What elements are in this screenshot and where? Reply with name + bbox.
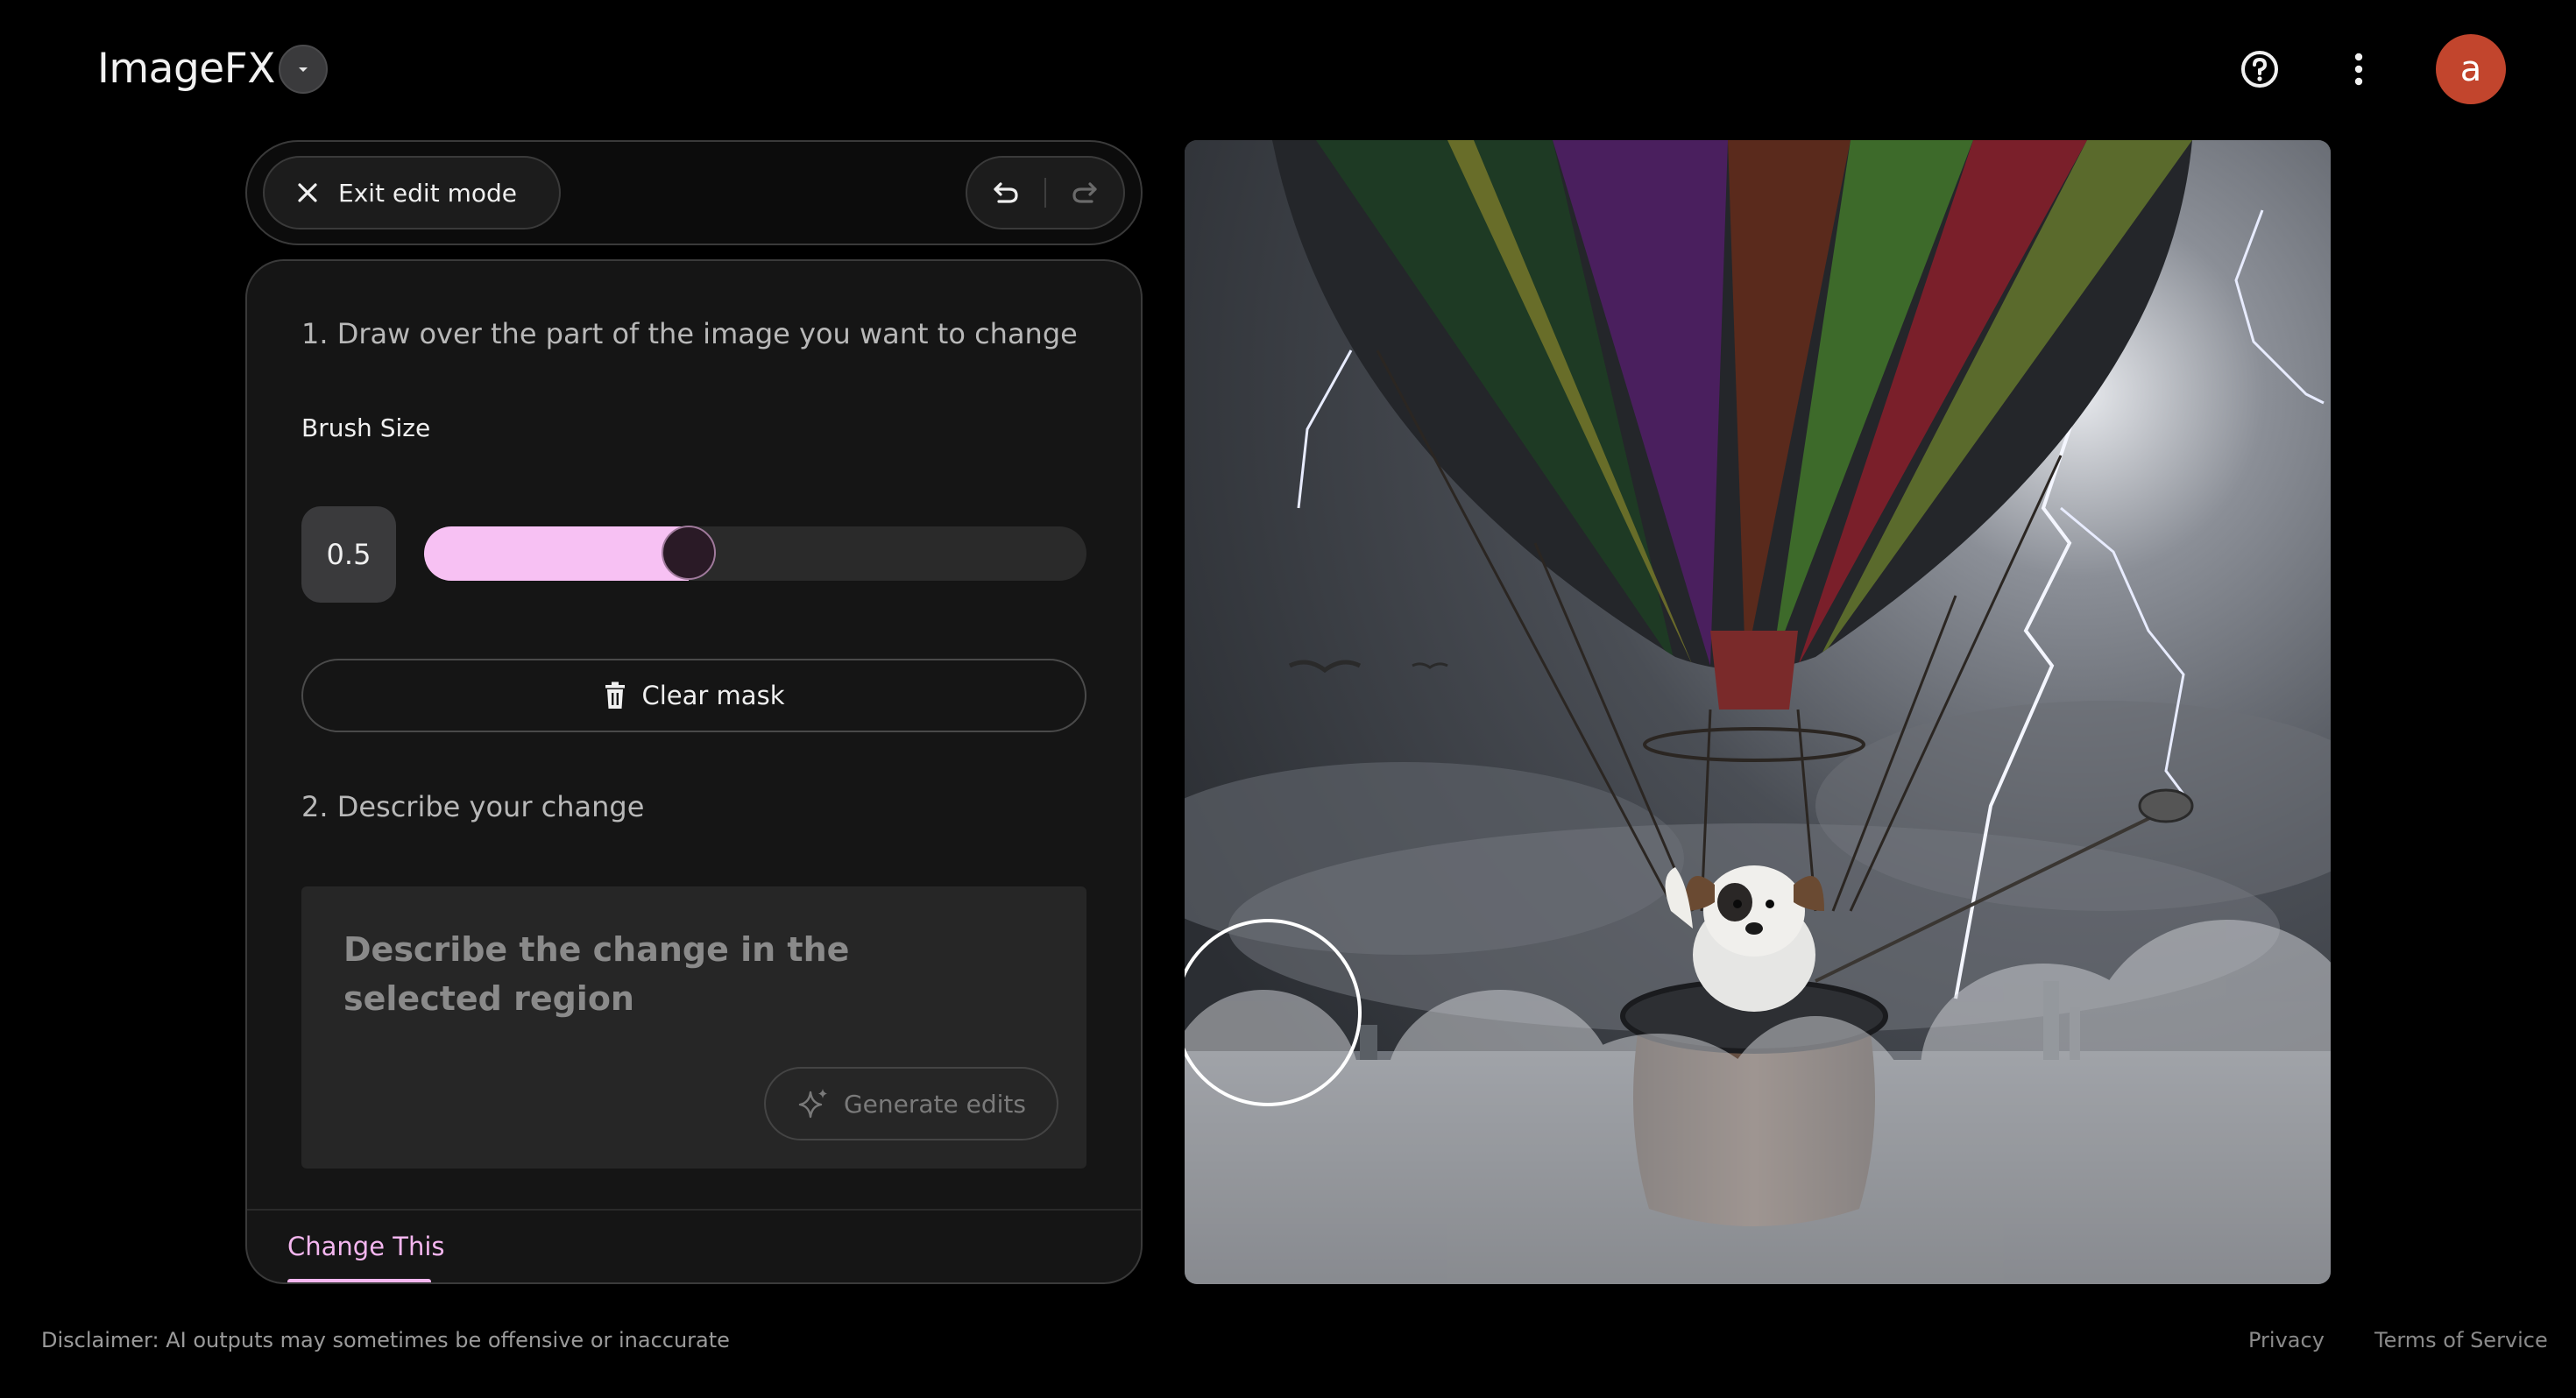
panel-divider [247,1209,1141,1211]
sparkle-icon [798,1089,827,1119]
brush-slider-fill [424,526,689,581]
brush-size-slider[interactable] [424,526,1086,581]
clear-mask-label: Clear mask [641,681,785,710]
change-description-placeholder: Describe the change in the selected regi… [343,930,850,1018]
help-button[interactable] [2236,46,2283,93]
close-icon [298,183,317,202]
trash-icon [605,681,625,709]
history-controls [966,156,1125,229]
step-1-instruction: 1. Draw over the part of the image you w… [301,317,1078,350]
exit-edit-mode-button[interactable]: Exit edit mode [263,156,561,229]
privacy-link[interactable]: Privacy [2248,1328,2325,1352]
exit-edit-mode-label: Exit edit mode [338,178,517,208]
undo-icon [994,182,1018,203]
more-options-button[interactable] [2335,46,2382,93]
edit-toolbar: Exit edit mode [245,140,1143,245]
brush-size-label: Brush Size [301,413,431,442]
image-canvas[interactable] [1185,140,2331,1284]
generate-edits-label: Generate edits [843,1089,1027,1119]
terms-of-service-link[interactable]: Terms of Service [2374,1328,2548,1352]
generate-edits-button[interactable]: Generate edits [764,1067,1058,1140]
undo-button[interactable] [967,158,1044,228]
brush-slider-thumb[interactable] [662,526,716,580]
step-2-instruction: 2. Describe your change [301,790,645,823]
active-tab-indicator [287,1279,431,1282]
app-title: ImageFX [97,45,275,93]
tab-change-this[interactable]: Change This [287,1232,445,1261]
brush-size-value: 0.5 [301,506,396,603]
disclaimer-text: Disclaimer: AI outputs may sometimes be … [41,1328,730,1352]
more-vert-icon [2354,53,2363,86]
app-switcher-button[interactable] [279,45,328,94]
redo-button[interactable] [1046,158,1123,228]
help-circle-icon [2241,51,2278,88]
edit-panel: 1. Draw over the part of the image you w… [245,259,1143,1284]
generated-image-balloon-dog [1185,140,2331,1284]
redo-icon [1072,182,1097,203]
clear-mask-button[interactable]: Clear mask [301,659,1086,732]
caret-down-icon [299,67,308,72]
account-avatar[interactable]: a [2436,34,2506,104]
change-description-input[interactable]: Describe the change in the selected regi… [301,886,1086,1169]
